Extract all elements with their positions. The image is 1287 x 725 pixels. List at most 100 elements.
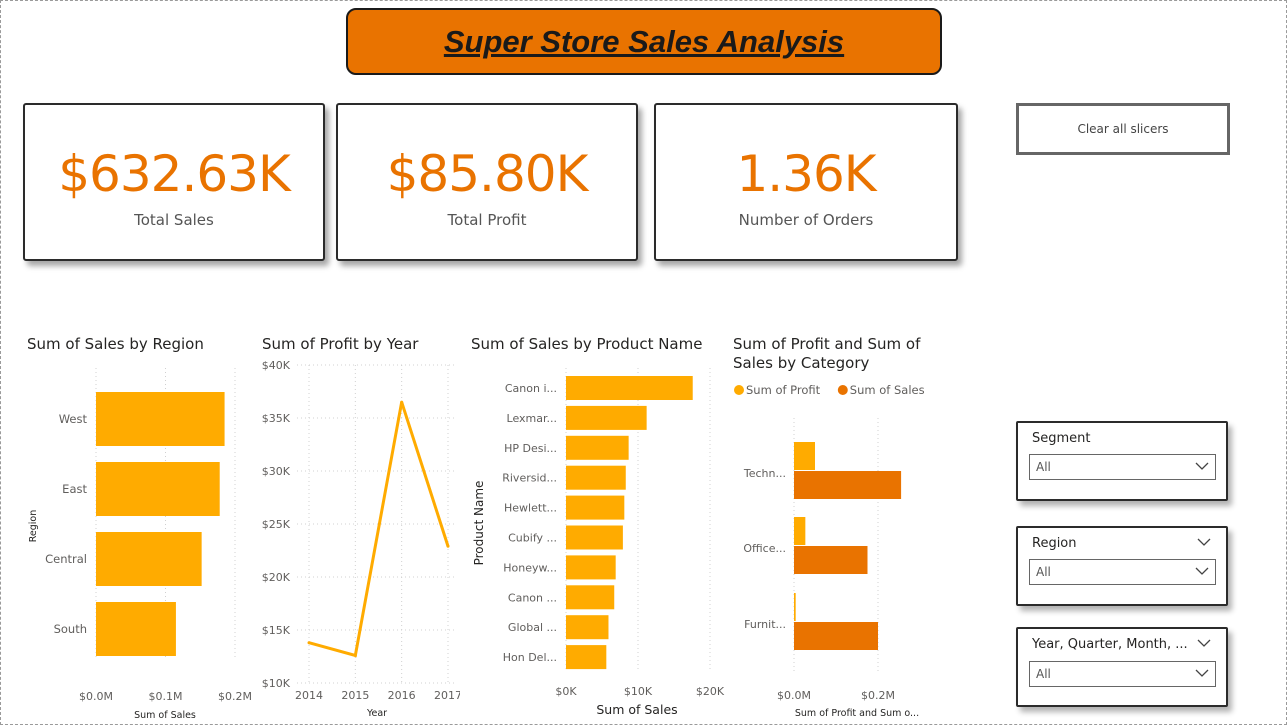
x-tick-label: 2014 (295, 689, 323, 702)
y-axis-title: Product Name (472, 481, 486, 566)
bar (566, 645, 607, 670)
y-tick-label: Cubify ... (508, 532, 557, 545)
y-tick-label: Canon ... (508, 591, 557, 604)
y-tick-label: Furnit... (744, 618, 786, 631)
kpi-value: $85.80K (386, 145, 589, 203)
bar (566, 465, 626, 490)
bar (96, 462, 220, 516)
x-axis-title: Year (366, 708, 387, 719)
y-tick-label: Hon Del... (503, 651, 557, 664)
chevron-down-icon (1195, 462, 1209, 470)
data-point (446, 544, 450, 548)
chart-profit-sales-by-category[interactable]: Sum of Profit Sum of Sales $0.0M $0.2M Techn… (725, 378, 955, 725)
y-tick-label: Hewlett... (504, 502, 557, 515)
x-tick-label: $0.0M (79, 690, 113, 703)
y-tick-label: Global ... (508, 621, 557, 634)
y-tick-label: $10K (262, 677, 291, 690)
data-point (400, 400, 404, 404)
chart-sales-by-region[interactable]: $0.0M $0.1M $0.2M West East Central South Sum o… (0, 360, 260, 725)
slicer-segment[interactable]: Segment All (1016, 421, 1228, 501)
x-tick-label: $0.1M (149, 690, 183, 703)
x-tick-label: $0.2M (218, 690, 252, 703)
x-tick-label: 2017 (434, 689, 460, 702)
bar (566, 555, 616, 580)
kpi-value: $632.63K (58, 145, 291, 203)
chart-title-sales-by-product: Sum of Sales by Product Name (471, 335, 703, 353)
chart-title-sales-by-region: Sum of Sales by Region (27, 335, 204, 353)
kpi-value: 1.36K (736, 145, 876, 203)
x-axis-title: Sum of Sales (134, 710, 196, 721)
x-tick-label: 2015 (341, 689, 369, 702)
bar (566, 495, 625, 520)
x-tick-label: $0.0M (777, 689, 811, 702)
legend-marker (837, 385, 848, 395)
bar (566, 405, 647, 430)
bar (566, 435, 629, 460)
x-tick-label: $10K (624, 685, 653, 698)
kpi-card-total-sales[interactable]: $632.63K Total Sales (23, 103, 325, 261)
x-axis-title: Sum of Sales (596, 702, 677, 717)
bar-profit (794, 442, 815, 470)
profit-line (308, 401, 450, 658)
chart-sales-by-product[interactable]: $0K $10K $20K Canon i... Lexmar... HP Desi...… (465, 360, 725, 725)
bar-sales (794, 471, 902, 499)
chevron-down-icon (1195, 669, 1209, 677)
y-tick-label: Honeyw... (503, 561, 557, 574)
slicer-date-hierarchy[interactable]: Year, Quarter, Month, ... All (1016, 627, 1228, 707)
y-tick-label: $30K (262, 465, 291, 478)
report-title: Super Store Sales Analysis (443, 23, 845, 59)
chart-profit-by-year[interactable]: $40K $35K $30K $25K $20K $15K $10K 2014 2015 2016… (255, 355, 460, 725)
y-tick-label: South (54, 622, 87, 636)
kpi-card-total-profit[interactable]: $85.80K Total Profit (336, 103, 638, 261)
y-tick-label: East (62, 482, 87, 496)
y-tick-label: $25K (262, 518, 291, 531)
dropdown-value: All (1036, 460, 1051, 474)
bar (566, 615, 609, 640)
x-axis-title: Sum of Profit and Sum o... (795, 708, 919, 719)
segment-dropdown[interactable]: All (1029, 454, 1216, 480)
report-title-banner: Super Store Sales Analysis (346, 8, 942, 75)
bar-profit (794, 517, 806, 545)
chevron-down-icon (1195, 567, 1209, 575)
kpi-label: Number of Orders (738, 211, 874, 229)
slicer-region[interactable]: Region All (1016, 526, 1228, 606)
bar (566, 525, 623, 550)
y-tick-label: $20K (262, 571, 291, 584)
kpi-card-number-of-orders[interactable]: 1.36K Number of Orders (654, 103, 958, 261)
legend-label: Sum of Sales (850, 383, 925, 397)
date-dropdown[interactable]: All (1029, 661, 1216, 687)
legend-label: Sum of Profit (746, 383, 821, 397)
data-point (307, 641, 311, 645)
x-tick-label: 2016 (388, 689, 416, 702)
y-tick-label: $15K (262, 624, 291, 637)
chevron-down-icon[interactable] (1197, 639, 1211, 648)
bar-sales (794, 546, 868, 574)
bar (96, 532, 202, 586)
x-tick-label: $0K (555, 685, 577, 698)
kpi-label: Total Sales (134, 211, 214, 229)
x-tick-label: $0.2M (861, 689, 895, 702)
y-axis-title: Region (28, 510, 39, 543)
y-tick-label: Canon i... (505, 382, 557, 395)
y-tick-label: Techn... (743, 467, 786, 480)
legend-marker (734, 385, 744, 395)
kpi-label: Total Profit (447, 211, 527, 229)
bar-sales (794, 622, 878, 650)
bar (96, 392, 225, 446)
y-tick-label: $35K (262, 412, 291, 425)
clear-all-slicers-button[interactable]: Clear all slicers (1016, 103, 1230, 155)
chevron-down-icon[interactable] (1197, 538, 1211, 547)
x-tick-label: $20K (696, 685, 725, 698)
data-point (353, 653, 357, 657)
bar (566, 585, 615, 610)
dropdown-value: All (1036, 667, 1051, 681)
y-tick-label: Central (45, 552, 87, 566)
slicer-title: Year, Quarter, Month, ... (1032, 637, 1188, 652)
y-tick-label: West (59, 412, 88, 426)
bar-profit (794, 593, 796, 621)
bar (96, 602, 176, 656)
region-dropdown[interactable]: All (1029, 559, 1216, 585)
bar (566, 376, 693, 400)
dropdown-value: All (1036, 565, 1051, 579)
chart-title-profit-by-year: Sum of Profit by Year (262, 335, 419, 353)
